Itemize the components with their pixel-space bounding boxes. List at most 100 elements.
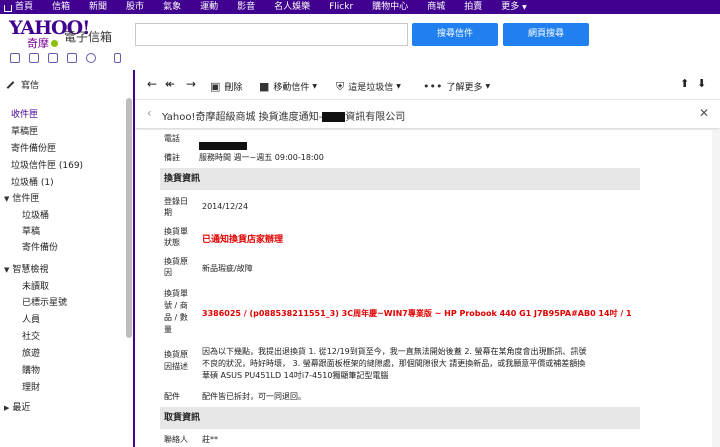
chevron-right-icon: ▶ — [4, 404, 10, 412]
date-label-line: 登錄日 — [164, 197, 188, 206]
reply-icon[interactable]: ← — [147, 77, 157, 91]
status-label-line: 狀態 — [164, 238, 180, 247]
nav-auction[interactable]: 拍賣 — [464, 0, 482, 14]
sidebar-item-trash[interactable]: 垃圾桶 (1) — [11, 175, 54, 188]
delete-button[interactable]: ▣ 刪除 — [210, 80, 242, 93]
more-dots-icon: ••• — [423, 80, 443, 93]
sidebar-item-starred[interactable]: 已標示星號 — [22, 295, 67, 308]
trash-icon: ▣ — [210, 80, 221, 93]
date-label: 登錄日期 — [164, 196, 188, 218]
sidebar-group-smart-views[interactable]: ▼ 智慧檢視 — [4, 262, 48, 275]
order-label-line: 換貨單 — [164, 289, 188, 298]
chevron-down-icon: ▼ — [396, 83, 401, 90]
sidebar-group-recent-label: 最近 — [12, 403, 31, 413]
reason-label-line: 換貨原 — [164, 257, 188, 266]
desc-label-line: 換貨原 — [164, 350, 188, 359]
app-icons-row — [0, 52, 140, 67]
more-label: 了解更多 — [446, 83, 483, 93]
redaction-block — [322, 112, 346, 122]
sidebar-group-smart-label: 智慧檢視 — [12, 265, 49, 275]
note-label: 備註 — [164, 153, 180, 162]
subject-prefix: Yahoo!奇摩超級商城 換貨進度通知- — [162, 112, 323, 123]
close-icon[interactable]: ✕ — [699, 106, 709, 120]
sidebar-item-sent[interactable]: 寄件備份匣 — [11, 141, 56, 154]
chevron-down-icon: ▼ — [4, 195, 10, 203]
sidebar-item-inbox[interactable]: 收件匣 — [11, 107, 38, 120]
calendar-icon[interactable] — [48, 53, 58, 63]
redaction-block — [199, 141, 247, 150]
next-message-icon[interactable]: ⬇ — [697, 77, 706, 90]
message-toolbar: ← ↞ → ▣ 刪除 ■ 移動信件 ▼ ⛨ 這是垃圾信 ▼ ••• 了解更多 ▼ ⬆ ⬇ — [135, 70, 720, 100]
desc-value: 因為以下幾點，我提出退換貨 1. 從12/19到貨至今，我一直無法開始後蓋 2.… — [202, 346, 587, 382]
more-button[interactable]: ••• 了解更多 ▼ — [423, 80, 490, 93]
desc-label-line: 因描述 — [164, 362, 188, 371]
sidebar-item-spam[interactable]: 垃圾信件匣 (169) — [11, 158, 83, 171]
search-input[interactable] — [135, 23, 408, 46]
sidebar-item-folder-trash[interactable]: 垃圾桶 — [22, 208, 49, 221]
folder-icon: ■ — [259, 80, 270, 93]
reason-label-line: 因 — [164, 268, 172, 277]
status-label-line: 換貨單 — [164, 227, 188, 236]
chevron-down-icon: ▼ — [312, 83, 318, 90]
nav-shopping[interactable]: 購物中心 — [372, 0, 408, 14]
spam-label: 這是垃圾信 — [348, 83, 394, 93]
spam-button[interactable]: ⛨ 這是垃圾信 ▼ — [336, 80, 401, 93]
back-icon[interactable]: ‹ — [147, 106, 152, 120]
sidebar-item-drafts[interactable]: 草稿匣 — [11, 124, 38, 137]
nav-stock[interactable]: 股市 — [126, 0, 144, 14]
contact-value: 莊** — [202, 435, 218, 444]
nav-video[interactable]: 影音 — [237, 0, 255, 14]
parts-value: 配件皆已拆封，可一同退回。 — [202, 392, 306, 401]
nav-news[interactable]: 新聞 — [89, 0, 107, 14]
chevron-down-icon: ▼ — [4, 266, 10, 274]
nav-more[interactable]: 更多 ▼ — [501, 0, 527, 15]
move-button[interactable]: ■ 移動信件 ▼ — [259, 80, 317, 93]
sidebar-group-recent[interactable]: ▶ 最近 — [4, 400, 30, 413]
header: YAHOO! 奇摩 電子信箱 搜尋信件 網頁搜尋 — [0, 14, 720, 56]
forward-icon[interactable]: → — [186, 77, 196, 91]
sidebar-item-folder-drafts[interactable]: 草稿 — [22, 224, 40, 237]
search-web-button[interactable]: 網頁搜尋 — [503, 23, 589, 46]
mail-icon[interactable] — [10, 53, 20, 63]
nav-home-label: 首頁 — [15, 2, 34, 12]
sidebar-item-social[interactable]: 社交 — [22, 329, 40, 342]
order-label-line: 量 — [164, 325, 172, 334]
sidebar-item-people[interactable]: 人員 — [22, 312, 40, 325]
nav-celebrity[interactable]: 名人娛樂 — [274, 0, 310, 14]
nav-flickr[interactable]: Flickr — [329, 0, 353, 14]
nav-more-label: 更多 — [501, 1, 520, 12]
contacts-icon[interactable] — [29, 53, 39, 63]
section-pickup-header: 取貨資訊 — [160, 407, 640, 429]
top-nav-bar: 首頁 信箱 新聞 股市 氣象 運動 影音 名人娛樂 Flickr 購物中心 商城… — [0, 0, 720, 14]
move-label: 移動信件 — [273, 83, 310, 93]
order-label: 換貨單號 / 商品 / 數量 — [164, 288, 188, 336]
sidebar-item-unread[interactable]: 未讀取 — [22, 279, 49, 292]
sidebar-item-folder-sent[interactable]: 寄件備份 — [22, 240, 58, 253]
reply-all-icon[interactable]: ↞ — [165, 77, 175, 91]
note-value: 服務時間 週一~週五 09:00-18:00 — [199, 153, 324, 162]
subject-suffix: 資訊有限公司 — [345, 112, 406, 123]
nav-weather[interactable]: 氣象 — [163, 0, 181, 14]
nav-mail[interactable]: 信箱 — [52, 0, 70, 14]
mail-title: 電子信箱 — [64, 30, 113, 44]
mobile-icon[interactable] — [114, 53, 121, 63]
prev-message-icon[interactable]: ⬆ — [680, 77, 689, 90]
search-mail-button[interactable]: 搜尋信件 — [412, 23, 498, 46]
nav-mall[interactable]: 商城 — [427, 0, 445, 14]
sidebar-scrollbar[interactable] — [126, 98, 132, 338]
desc-label: 換貨原 因描述 — [164, 349, 188, 373]
notepad-icon[interactable] — [67, 53, 77, 63]
nav-sports[interactable]: 運動 — [200, 0, 218, 14]
nav-home[interactable]: 首頁 — [4, 0, 33, 14]
sidebar-item-travel[interactable]: 旅遊 — [22, 346, 40, 359]
sidebar-group-folders[interactable]: ▼ 信件匣 — [4, 191, 39, 204]
sidebar-item-finance[interactable]: 理財 — [22, 380, 40, 393]
compose-button[interactable]: 寫信 — [6, 78, 39, 91]
logo-sub-text: 奇摩 — [27, 37, 49, 50]
sidebar-item-shopping[interactable]: 購物 — [22, 363, 40, 376]
section-exchange-header: 換貨資訊 — [160, 168, 640, 190]
delete-label: 刪除 — [224, 83, 243, 93]
date-value: 2014/12/24 — [202, 202, 249, 211]
messenger-icon[interactable] — [86, 53, 96, 63]
content-scrollbar[interactable] — [712, 130, 720, 447]
